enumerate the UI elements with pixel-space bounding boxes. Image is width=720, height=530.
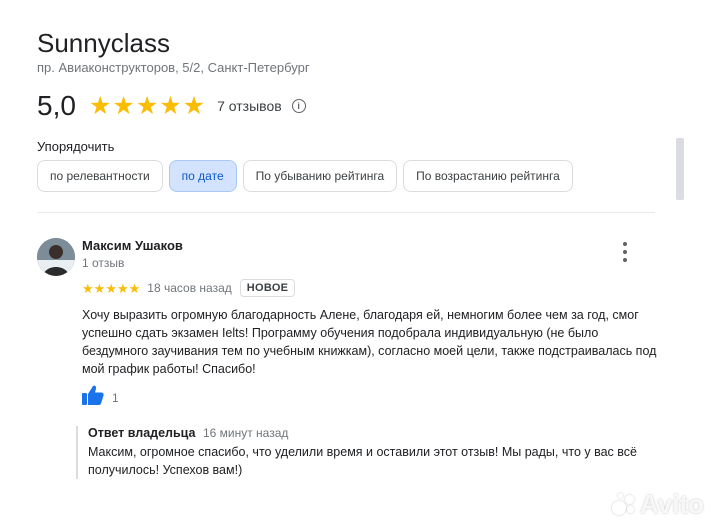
thumb-up-icon[interactable] xyxy=(82,385,104,410)
star-icon: ★ xyxy=(159,91,182,120)
sort-chip-rating-desc[interactable]: По убыванию рейтинга xyxy=(242,160,398,192)
review-time: 18 часов назад xyxy=(147,281,232,295)
avito-logo-text: Avito xyxy=(640,489,705,519)
star-icon: ★ xyxy=(105,280,117,296)
info-icon[interactable]: i xyxy=(291,99,306,113)
sort-chip-date[interactable]: по дате xyxy=(168,160,237,192)
owner-reply: Ответ владельца 16 минут назад Максим, о… xyxy=(76,426,646,479)
like-row: 1 xyxy=(82,385,119,410)
rating-value: 5,0 xyxy=(37,90,76,121)
star-icon: ★ xyxy=(82,280,94,296)
rating-stars: ★ ★ ★ ★ ★ xyxy=(89,91,206,120)
scrollbar[interactable] xyxy=(676,138,684,200)
more-vert-icon[interactable] xyxy=(620,242,630,262)
star-icon: ★ xyxy=(182,91,206,120)
like-count: 1 xyxy=(112,390,119,405)
sort-label: Упорядочить xyxy=(37,139,115,154)
reply-text: Максим, огромное спасибо, что уделили вр… xyxy=(88,445,637,477)
new-badge: НОВОЕ xyxy=(239,279,296,297)
divider xyxy=(37,212,655,213)
review-rating: ★ ★ ★ ★ ★ 18 часов назад НОВОЕ xyxy=(82,279,296,297)
star-icon: ★ xyxy=(116,280,129,296)
reply-time: 16 минут назад xyxy=(202,426,289,440)
review-count[interactable]: 7 отзывов xyxy=(217,98,282,114)
star-icon: ★ xyxy=(135,91,159,120)
avito-logo-icon xyxy=(612,492,636,517)
sort-chip-rating-asc[interactable]: По возрастанию рейтинга xyxy=(403,160,573,192)
avito-watermark: Avito xyxy=(612,489,704,520)
reviewer-review-count: 1 отзыв xyxy=(82,256,125,270)
business-address: пр. Авиаконструкторов, 5/2, Санкт-Петерб… xyxy=(37,60,310,75)
star-icon: ★ xyxy=(89,91,112,120)
reply-title: Ответ владельца xyxy=(88,426,196,440)
reviewer-name[interactable]: Максим Ушаков xyxy=(82,238,183,253)
sort-chip-relevance[interactable]: по релевантности xyxy=(37,160,163,192)
star-icon: ★ xyxy=(112,91,135,120)
rating-summary: 5,0 ★ ★ ★ ★ ★ 7 отзывов i xyxy=(37,90,306,122)
star-icon: ★ xyxy=(128,280,141,296)
review-text: Хочу выразить огромную благодарность Але… xyxy=(82,308,657,376)
star-icon: ★ xyxy=(93,280,106,296)
reviewer-avatar[interactable] xyxy=(37,238,75,276)
business-name: Sunnyclass xyxy=(37,28,170,58)
sort-chips: по релевантности по дате По убыванию рей… xyxy=(37,160,573,192)
